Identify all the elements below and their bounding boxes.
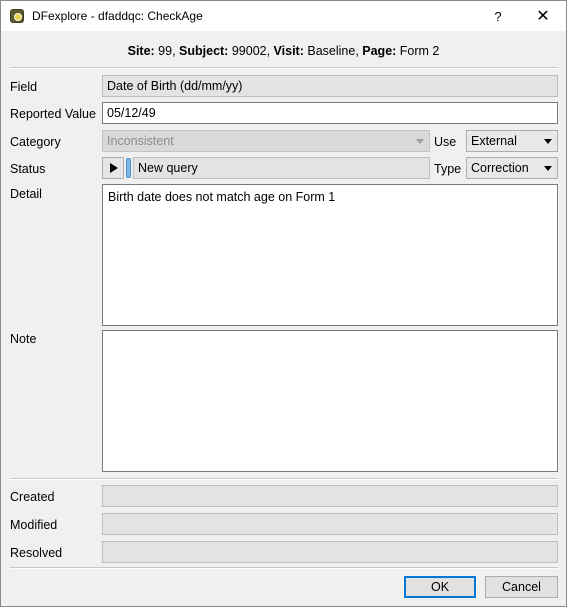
visit-label: Visit: [270, 44, 304, 58]
window-title: DFexplore - dfaddqc: CheckAge [32, 9, 203, 23]
category-select: Inconsistent [102, 130, 430, 152]
field-name-display: Date of Birth (dd/mm/yy) [102, 75, 558, 97]
divider [10, 67, 558, 69]
detail-textarea[interactable]: Birth date does not match age on Form 1 [102, 184, 558, 326]
reported-value-label: Reported Value [10, 107, 96, 121]
divider [10, 478, 558, 480]
type-label: Type [434, 162, 462, 176]
visit-value: Baseline, [303, 44, 359, 58]
field-label: Field [10, 80, 38, 94]
created-label: Created [10, 490, 55, 504]
resolved-display [102, 541, 558, 563]
chevron-down-icon [416, 139, 424, 144]
status-label: Status [10, 162, 46, 176]
close-icon[interactable]: ✕ [520, 1, 566, 31]
status-indicator [126, 158, 131, 178]
use-select[interactable]: External [466, 130, 558, 152]
reported-value-field[interactable]: 05/12/49 [102, 102, 558, 124]
note-label: Note [10, 332, 37, 346]
note-textarea[interactable] [102, 330, 558, 472]
chevron-down-icon [544, 139, 552, 144]
chevron-down-icon [544, 166, 552, 171]
help-button[interactable]: ? [475, 1, 521, 31]
created-display [102, 485, 558, 507]
site-value: 99, [154, 44, 176, 58]
category-value: Inconsistent [107, 134, 174, 148]
type-value: Correction [471, 161, 529, 175]
status-display: New query [133, 157, 430, 179]
query-dialog: DFexplore - dfaddqc: CheckAge ? ✕ Site: … [0, 0, 567, 607]
title-bar: DFexplore - dfaddqc: CheckAge ? ✕ [1, 1, 566, 31]
page-label: Page: [358, 44, 397, 58]
use-label: Use [434, 135, 457, 149]
subject-label: Subject: [175, 44, 229, 58]
detail-label: Detail [10, 187, 42, 201]
site-label: Site: [127, 44, 155, 58]
modified-label: Modified [10, 518, 58, 532]
subject-value: 99002, [228, 44, 271, 58]
divider [10, 567, 558, 569]
category-label: Category [10, 135, 61, 149]
page-value: Form 2 [396, 44, 440, 58]
type-select[interactable]: Correction [466, 157, 558, 179]
play-icon[interactable] [102, 157, 124, 179]
use-value: External [471, 134, 517, 148]
record-header: Site: 99, Subject: 99002, Visit: Baselin… [1, 44, 566, 58]
modified-display [102, 513, 558, 535]
app-icon [10, 9, 24, 23]
ok-button[interactable]: OK [404, 576, 476, 598]
cancel-button[interactable]: Cancel [485, 576, 558, 598]
resolved-label: Resolved [10, 546, 63, 560]
